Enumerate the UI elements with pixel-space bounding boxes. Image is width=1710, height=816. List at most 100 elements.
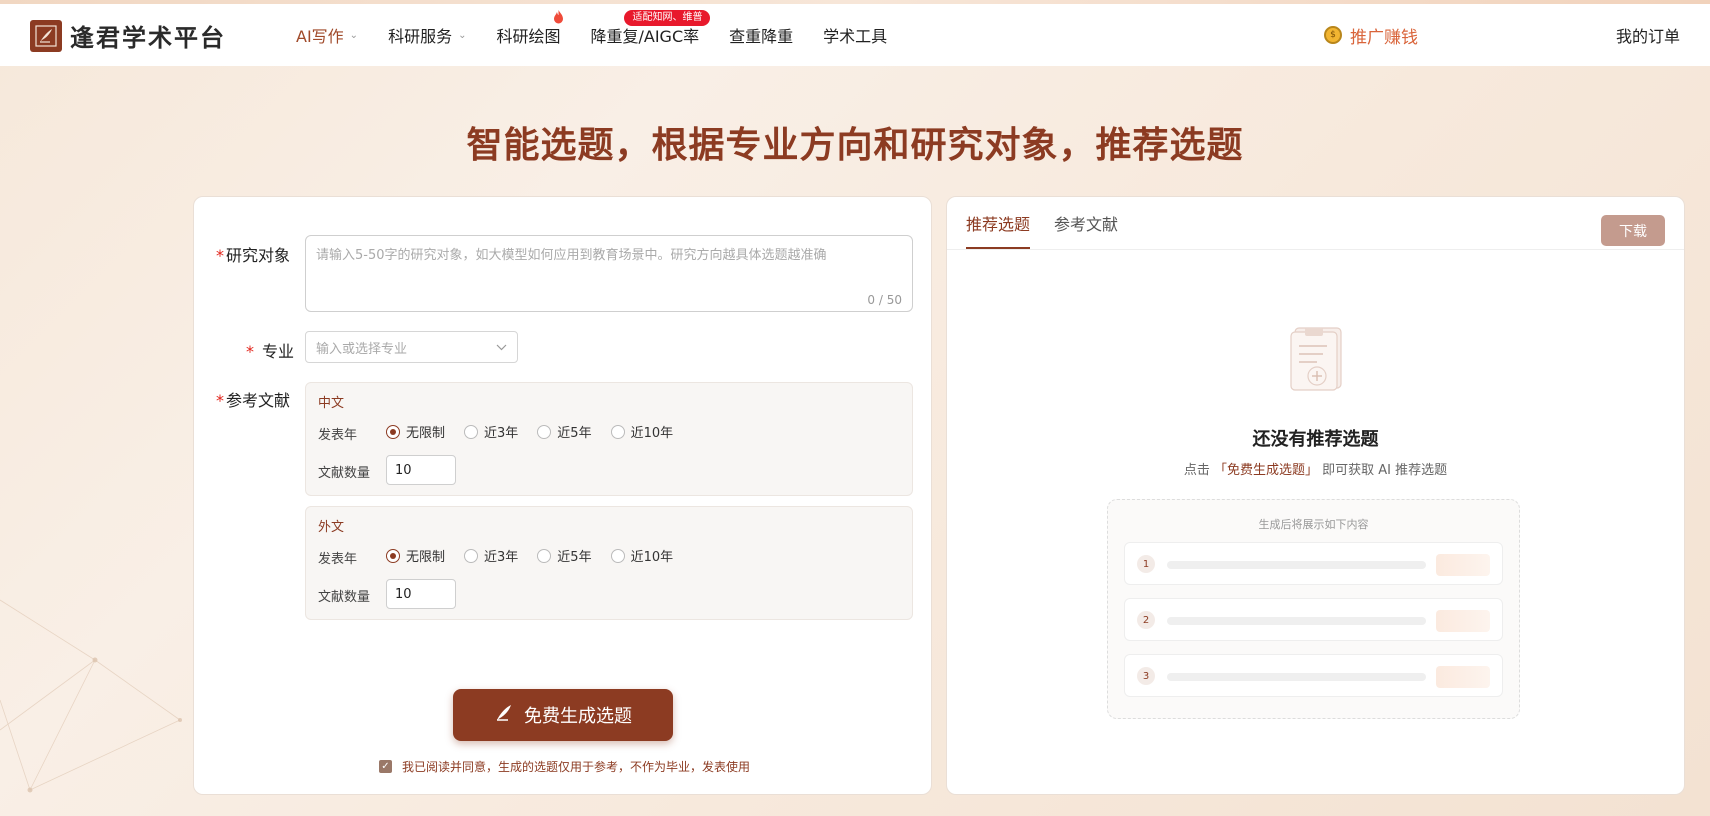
agreement-row: ✓ 我已阅读并同意，生成的选题仅用于参考，不作为毕业，发表使用 [379,758,750,775]
radio-dot [610,424,625,439]
radio-5-years[interactable]: 近5年 [537,546,592,565]
preview-title: 生成后将展示如下内容 [1258,518,1369,531]
radio-label: 无限制 [406,550,446,565]
list-item: 3 [1124,654,1503,697]
skeleton-bar [1167,561,1426,569]
radio-label: 近10年 [630,426,674,441]
tab-divider [947,249,1684,250]
radio-dot [610,548,625,563]
topic-form-panel: * 研究对象 请输入5-50字的研究对象，如大模型如何应用到教育场景中。研究方向越… [193,196,932,795]
brand-name: 逢君学术平台 [70,23,226,52]
page-title: 智能选题，根据专业方向和研究对象，推荐选题 [466,125,1244,166]
label-text: 专业 [262,342,295,361]
preview-row-number: 1 [1137,555,1155,573]
radio-3-years[interactable]: 近3年 [464,422,518,441]
fire-icon [553,10,564,27]
radio-no-limit[interactable]: 无限制 [386,422,445,441]
radio-label: 无限制 [406,426,446,441]
required-mark: * [246,342,254,361]
preview-row-number: 2 [1137,611,1155,629]
radio-label: 近3年 [484,426,519,441]
preview-placeholder: 生成后将展示如下内容 1 2 3 [1107,499,1520,719]
my-orders-link[interactable]: 我的订单 [1616,4,1680,66]
radio-dot [386,548,400,563]
list-item: 2 [1124,598,1503,641]
chevron-down-icon [496,340,507,355]
radio-label: 近5年 [557,550,592,565]
publish-year-label: 发表年 [318,552,358,567]
nav-item-label: 降重复/AIGC率 [590,27,700,46]
clipboard-plus-icon [1287,322,1347,392]
foreign-references-box: 外文 发表年 无限制 近3年 近5年 近10年 文献数量 10 [305,506,913,620]
tab-label: 参考文献 [1054,215,1119,234]
skeleton-tag [1436,666,1490,688]
radio-5-years[interactable]: 近5年 [537,422,592,441]
chevron-down-icon: ⌄ [349,29,359,41]
results-panel: 推荐选题 参考文献 下载 还没有推荐选题 点击 「免费生成选题」 即可获取 AI… [946,196,1685,795]
tab-references[interactable]: 参考文献 [1054,197,1118,249]
quill-icon [494,703,514,728]
hint-prefix: 点击 [1183,463,1210,478]
radio-3-years[interactable]: 近3年 [464,546,518,565]
nav-item-plagiarism-check[interactable]: 查重降重 [729,4,793,66]
preview-row-number: 3 [1137,667,1155,685]
required-mark: * [216,246,224,265]
promo-link[interactable]: $ 推广赚钱 [1324,4,1418,66]
hint-suffix: 即可获取 AI 推荐选题 [1322,463,1448,478]
radio-label: 近5年 [557,426,592,441]
radio-no-limit[interactable]: 无限制 [386,546,445,565]
top-navbar: 逢君学术平台 AI写作 ⌄ 科研服务 ⌄ 科研绘图 适配知网、维普 降重复/AI… [0,4,1710,66]
coin-icon: $ [1324,26,1342,44]
results-tabs: 推荐选题 参考文献 [966,197,1142,249]
radio-dot [386,424,400,439]
radio-label: 近3年 [484,550,519,565]
major-placeholder: 输入或选择专业 [316,341,408,357]
nav-item-reduce-duplication[interactable]: 适配知网、维普 降重复/AIGC率 [590,4,711,66]
foreign-reference-count-input[interactable]: 10 [386,579,456,609]
promo-label: 推广赚钱 [1350,27,1418,48]
char-counter: 0 / 50 [867,293,902,307]
chevron-down-icon: ⌄ [458,29,467,41]
nav-item-ai-writing[interactable]: AI写作 ⌄ [296,4,358,66]
foreign-year-radio-group: 无限制 近3年 近5年 近10年 [386,546,692,565]
download-button[interactable]: 下载 [1601,215,1665,246]
skeleton-bar [1167,617,1426,625]
skeleton-tag [1436,610,1490,632]
agreement-checkbox[interactable]: ✓ [379,760,392,773]
radio-10-years[interactable]: 近10年 [610,546,673,565]
radio-dot [464,424,479,439]
reference-count-label: 文献数量 [318,590,371,605]
radio-10-years[interactable]: 近10年 [610,422,674,441]
nav-item-research-services[interactable]: 科研服务 ⌄ [388,4,466,66]
chinese-references-box: 中文 发表年 无限制 近3年 近5年 近10年 文献数量 10 [305,382,913,496]
generate-button-label: 免费生成选题 [524,706,632,727]
label-text: 研究对象 [226,246,291,265]
references-label: * 参考文献 [216,387,290,411]
skeleton-bar [1167,673,1426,681]
tab-label: 推荐选题 [966,215,1031,234]
download-label: 下载 [1619,223,1647,240]
research-object-input[interactable]: 请输入5-50字的研究对象，如大模型如何应用到教育场景中。研究方向越具体选题越准… [305,235,913,312]
nav-item-label: 查重降重 [729,27,794,46]
chinese-reference-count-input[interactable]: 10 [386,455,456,485]
brand-logo[interactable]: 逢君学术平台 [30,18,226,53]
count-value: 10 [395,586,412,602]
nav-item-label: 科研绘图 [496,27,561,46]
list-item: 1 [1124,542,1503,585]
nav-item-research-drawing[interactable]: 科研绘图 [496,4,564,66]
generate-topic-button[interactable]: 免费生成选题 [453,689,673,741]
hint-highlight: 「免费生成选题」 [1214,463,1319,478]
skeleton-tag [1436,554,1490,576]
nav-item-label: 学术工具 [823,27,888,46]
research-object-label: * 研究对象 [216,242,290,266]
tab-recommended-topics[interactable]: 推荐选题 [966,197,1031,249]
nav-item-academic-tools[interactable]: 学术工具 [823,4,887,66]
hot-badge: 适配知网、维普 [624,10,711,26]
radio-dot [537,424,552,439]
agreement-text: 我已阅读并同意，生成的选题仅用于参考，不作为毕业，发表使用 [402,760,751,774]
foreign-references-title: 外文 [318,520,345,535]
chinese-references-title: 中文 [318,396,345,411]
research-object-placeholder: 请输入5-50字的研究对象，如大模型如何应用到教育场景中。研究方向越具体选题越准… [316,248,827,263]
chinese-year-radio-group: 无限制 近3年 近5年 近10年 [386,422,692,441]
major-select[interactable]: 输入或选择专业 [305,331,518,363]
